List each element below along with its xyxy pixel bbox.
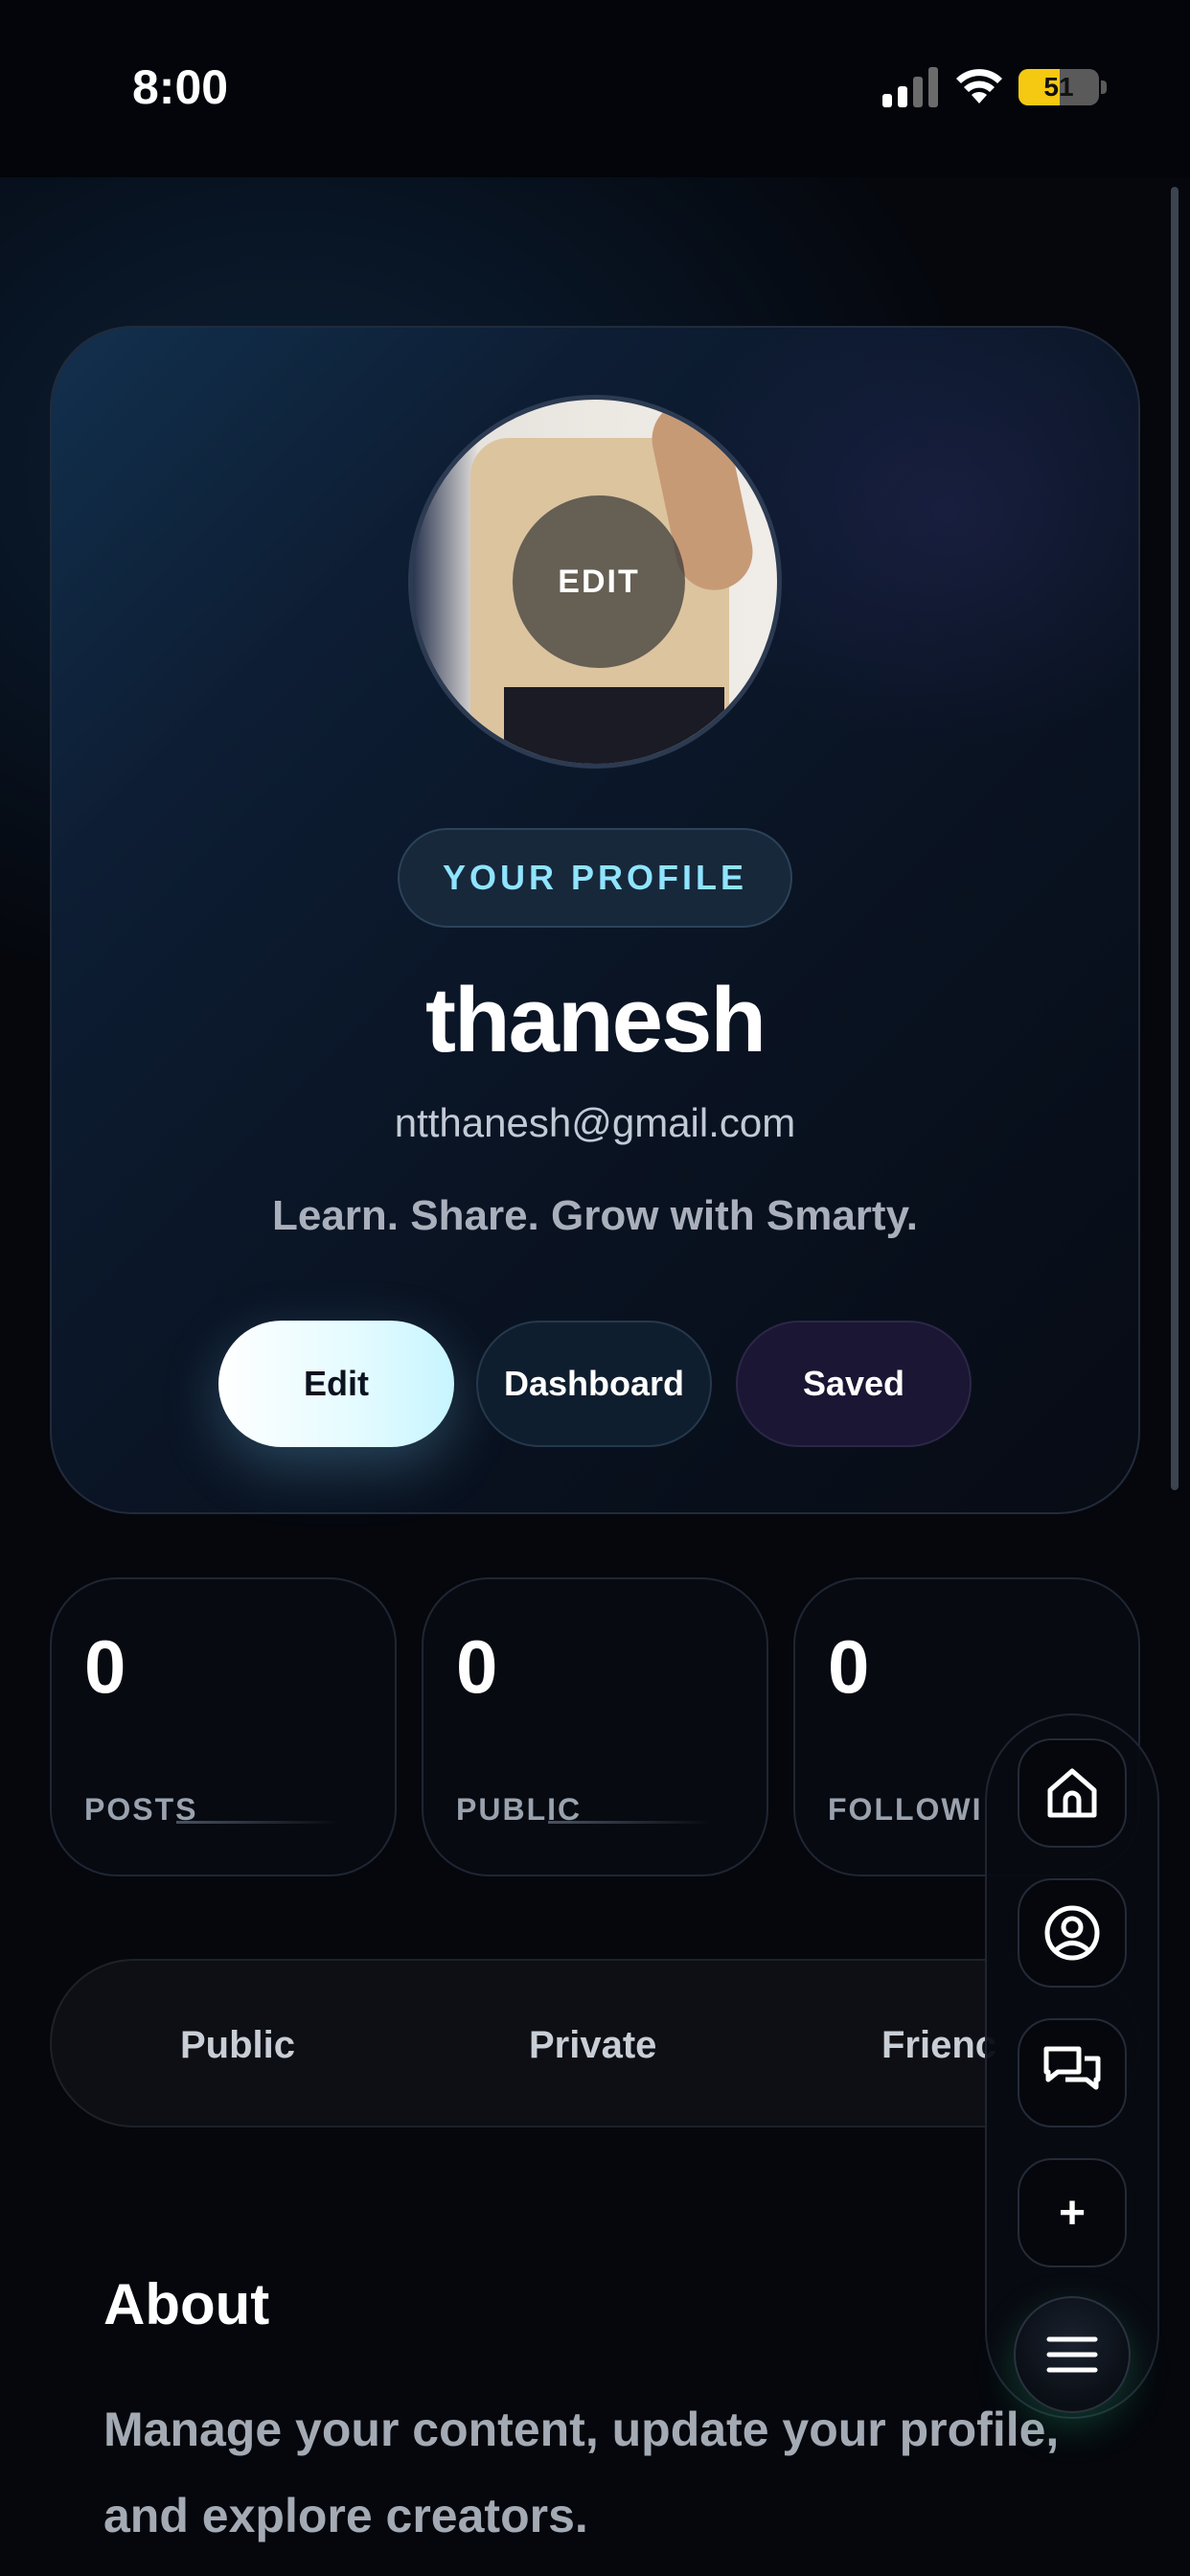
status-bar: 8:00 51 <box>0 0 1190 177</box>
avatar-photo-pants <box>504 687 724 764</box>
tab-public[interactable]: Public <box>180 1961 295 2129</box>
your-profile-badge: YOUR PROFILE <box>398 828 792 928</box>
chat-button[interactable] <box>1018 2018 1127 2128</box>
stat-value: 0 <box>84 1624 126 1709</box>
avatar-edit-overlay[interactable]: EDIT <box>513 495 685 668</box>
edit-button[interactable]: Edit <box>218 1321 454 1447</box>
stat-value: 0 <box>456 1624 498 1709</box>
stat-value: 0 <box>828 1624 870 1709</box>
profile-email: ntthanesh@gmail.com <box>394 1100 796 1145</box>
stat-card-posts[interactable]: 0 POSTS <box>50 1577 397 1876</box>
profile-tagline: Learn. Share. Grow with Smarty. <box>271 1192 919 1239</box>
stat-label: FOLLOWI <box>828 1792 983 1827</box>
hamburger-menu-icon <box>1046 2336 1098 2373</box>
wifi-icon <box>956 69 1002 104</box>
stat-divider <box>176 1821 339 1824</box>
visibility-tabs: Public Private Frienc <box>50 1959 1140 2128</box>
status-time: 8:00 <box>132 60 229 114</box>
profile-nav-button[interactable] <box>1018 1878 1127 1988</box>
stat-divider <box>548 1821 711 1824</box>
home-icon <box>1047 1768 1097 1818</box>
about-text: Manage your content, update your profile… <box>103 2403 1060 2542</box>
saved-button[interactable]: Saved <box>736 1321 972 1447</box>
home-button[interactable] <box>1018 1738 1127 1848</box>
avatar[interactable]: EDIT <box>408 395 782 769</box>
menu-button[interactable] <box>1014 2296 1131 2413</box>
scrollbar[interactable] <box>1171 187 1179 1490</box>
tab-friends[interactable]: Frienc <box>881 1961 996 2129</box>
battery-icon: 51 <box>1018 69 1099 105</box>
profile-icon <box>1044 1905 1100 1961</box>
plus-icon: + <box>1058 2187 1087 2239</box>
battery-percentage: 51 <box>1043 72 1074 102</box>
battery-cap <box>1101 80 1107 94</box>
tab-private[interactable]: Private <box>529 1961 656 2129</box>
profile-name: thanesh <box>424 969 767 1071</box>
about-heading: About <box>103 2272 270 2336</box>
stat-card-public[interactable]: 0 PUBLIC <box>422 1577 768 1876</box>
cellular-signal-icon <box>882 67 938 107</box>
chat-icon <box>1043 2046 1101 2090</box>
dashboard-button[interactable]: Dashboard <box>476 1321 712 1447</box>
add-button[interactable]: + <box>1018 2158 1127 2267</box>
